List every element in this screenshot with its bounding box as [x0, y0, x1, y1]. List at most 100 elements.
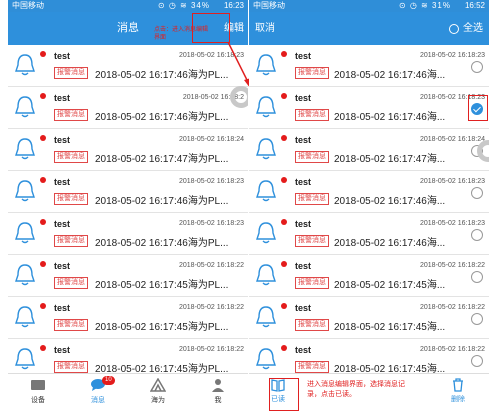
- list-item[interactable]: test 2018-05-02 16:18:23 报警消息 2018-05-02 16…: [8, 171, 248, 213]
- unread-dot: [40, 261, 46, 267]
- delete-label: 删除: [451, 396, 465, 403]
- alarm-badge: 报警消息: [54, 277, 88, 289]
- nav-bar: 取消 全选: [249, 12, 489, 45]
- list-item[interactable]: test 2018-05-02 16:18:23 报警消息 2018-05-02 16…: [8, 213, 248, 255]
- message-content: 2018-05-02 16:17:45海为PL...: [95, 280, 229, 291]
- unread-dot: [281, 219, 287, 225]
- bell-icon: [256, 54, 276, 76]
- message-content: 2018-05-02 16:17:47海...: [334, 154, 446, 165]
- tab-label: 消息: [91, 397, 105, 404]
- select-checkbox[interactable]: [471, 229, 483, 241]
- message-title: test: [54, 93, 71, 103]
- list-item[interactable]: test 2018-05-02 16:18:24 报警消息 2018-05-02 16…: [8, 129, 248, 171]
- list-item[interactable]: test 2018-05-02 16:18:24 报警消息 2018-05-02 16…: [249, 129, 489, 171]
- alarm-badge: 报警消息: [295, 151, 329, 163]
- alarm-badge: 报警消息: [54, 319, 88, 331]
- select-checkbox[interactable]: [471, 313, 483, 325]
- unread-dot: [281, 135, 287, 141]
- status-bar: 中国移动 ⊙ ◷ ≋ 31% 16:52: [249, 0, 489, 12]
- carrier-label: 中国移动: [12, 1, 44, 10]
- alarm-badge: 报警消息: [295, 277, 329, 289]
- bell-icon: [256, 180, 276, 202]
- unread-dot: [281, 303, 287, 309]
- trash-icon: [453, 378, 463, 392]
- message-content: 2018-05-02 16:17:46海为PL...: [95, 70, 229, 81]
- message-title: test: [295, 135, 312, 145]
- list-item[interactable]: test 2018-05-02 16:18:2 报警消息 2018-05-02 16:…: [8, 87, 248, 129]
- list-item[interactable]: test 2018-05-02 16:18:23 报警消息 2018-05-02 16…: [249, 87, 489, 129]
- unread-dot: [40, 345, 46, 351]
- device-icon: [31, 380, 45, 390]
- unread-dot: [40, 303, 46, 309]
- tab-label: 海为: [151, 397, 165, 404]
- list-item[interactable]: test 2018-05-02 16:18:22 报警消息 2018-05-02 16…: [249, 297, 489, 339]
- alarm-badge: 报警消息: [54, 67, 88, 79]
- select-all-radio-icon: [449, 23, 459, 34]
- list-item[interactable]: test 2018-05-02 16:18:22 报警消息 2018-05-02 16…: [249, 255, 489, 297]
- message-date: 2018-05-02 16:18:23: [179, 178, 244, 185]
- message-date: 2018-05-02 16:18:22: [420, 262, 485, 269]
- bell-icon: [15, 54, 35, 76]
- tab-devices[interactable]: 设备: [8, 378, 68, 405]
- message-title: test: [295, 345, 312, 355]
- list-item[interactable]: test 2018-05-02 16:18:23 报警消息 2018-05-02 16…: [249, 45, 489, 87]
- list-item[interactable]: test 2018-05-02 16:18:22 报警消息 2018-05-02 16…: [8, 255, 248, 297]
- mark-read-label: 已读: [271, 396, 285, 403]
- alarm-badge: 报警消息: [54, 109, 88, 121]
- message-content: 2018-05-02 16:17:47海为PL...: [95, 154, 229, 165]
- alarm-badge: 报警消息: [54, 151, 88, 163]
- message-title: test: [54, 177, 71, 187]
- select-checkbox[interactable]: [471, 355, 483, 367]
- select-checkbox[interactable]: [471, 271, 483, 283]
- select-all-label: 全选: [463, 23, 483, 34]
- message-date: 2018-05-02 16:18:24: [420, 136, 485, 143]
- cancel-button[interactable]: 取消: [255, 12, 275, 45]
- annotation-text: 进入消息编辑界面，选择消息记录，点击已读。: [307, 381, 405, 398]
- message-date: 2018-05-02 16:18:22: [420, 304, 485, 311]
- select-checkbox[interactable]: [471, 61, 483, 73]
- message-date: 2018-05-02 16:18:23: [179, 220, 244, 227]
- tab-me[interactable]: 我: [188, 378, 248, 405]
- delete-button[interactable]: 删除: [451, 378, 465, 404]
- list-item[interactable]: test 2018-05-02 16:18:23 报警消息 2018-05-02 16…: [249, 171, 489, 213]
- bell-icon: [15, 222, 35, 244]
- message-title: test: [295, 219, 312, 229]
- status-icons: ⊙ ◷ ≋ 34%: [157, 1, 210, 10]
- unread-dot: [40, 135, 46, 141]
- message-date: 2018-05-02 16:18:24: [179, 136, 244, 143]
- bell-icon: [15, 138, 35, 160]
- tab-haiwell[interactable]: 海为: [128, 378, 188, 405]
- message-date: 2018-05-02 16:18:23: [420, 178, 485, 185]
- message-title: test: [295, 51, 312, 61]
- unread-dot: [281, 93, 287, 99]
- unread-dot: [281, 261, 287, 267]
- message-title: test: [295, 303, 312, 313]
- tab-label: 设备: [31, 397, 45, 404]
- annotation-box: [192, 13, 230, 43]
- tab-messages[interactable]: 10 消息: [68, 376, 128, 405]
- unread-badge: 10: [102, 376, 115, 385]
- message-title: test: [54, 51, 71, 61]
- select-all-button[interactable]: 全选: [449, 12, 483, 45]
- select-checkbox[interactable]: [471, 187, 483, 199]
- list-item[interactable]: test 2018-05-02 16:18:23 报警消息 2018-05-02 16…: [8, 45, 248, 87]
- message-title: test: [295, 261, 312, 271]
- mark-read-button[interactable]: 已读: [271, 378, 285, 404]
- edit-action-bar: 已读 进入消息编辑界面，选择消息记录，点击已读。 删除: [249, 373, 489, 415]
- bell-icon: [256, 264, 276, 286]
- alarm-badge: 报警消息: [295, 235, 329, 247]
- message-title: test: [54, 345, 71, 355]
- list-item[interactable]: test 2018-05-02 16:18:22 报警消息 2018-05-02 16…: [8, 297, 248, 339]
- bell-icon: [256, 306, 276, 328]
- list-item[interactable]: test 2018-05-02 16:18:23 报警消息 2018-05-02 16…: [249, 213, 489, 255]
- alarm-badge: 报警消息: [295, 67, 329, 79]
- message-date: 2018-05-02 16:18:22: [179, 304, 244, 311]
- bell-icon: [15, 306, 35, 328]
- unread-dot: [40, 93, 46, 99]
- message-content: 2018-05-02 16:17:46海...: [334, 112, 446, 123]
- alarm-badge: 报警消息: [54, 235, 88, 247]
- unread-dot: [281, 51, 287, 57]
- message-date: 2018-05-02 16:18:22: [179, 262, 244, 269]
- unread-dot: [40, 51, 46, 57]
- alarm-badge: 报警消息: [295, 109, 329, 121]
